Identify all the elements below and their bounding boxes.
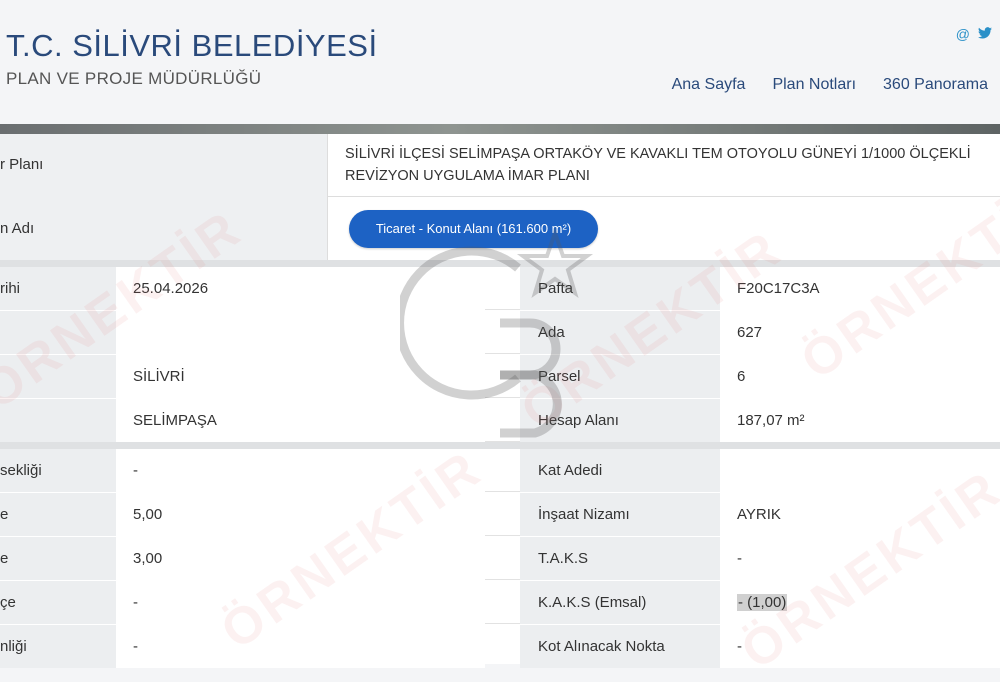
elevation-point-value: - (720, 625, 1000, 668)
date-label-cell: rihi (0, 267, 116, 310)
ada-value: 627 (720, 311, 1000, 354)
neighborhood-label-cell (0, 399, 116, 442)
twitter-icon[interactable] (978, 26, 992, 42)
kaks-label: K.A.K.S (Emsal) (520, 581, 720, 624)
row-label-cell (0, 311, 116, 354)
setback-side-value: 3,00 (116, 537, 485, 580)
table-row: SİLİVRİ Parsel 6 (0, 355, 1000, 398)
construction-order-label: İnşaat Nizamı (520, 493, 720, 536)
parsel-value: 6 (720, 355, 1000, 398)
area-calc-value: 187,07 m² (720, 399, 1000, 442)
date-value: 25.04.2026 (116, 267, 485, 310)
section-divider (0, 442, 1000, 449)
depth-label-cell: nliği (0, 625, 116, 668)
setback-front-value: 5,00 (116, 493, 485, 536)
height-label-cell: sekliği (0, 449, 116, 492)
depth-value: - (116, 625, 485, 668)
social-links: @ (956, 26, 992, 42)
table-row: e 3,00 T.A.K.S - (0, 537, 1000, 580)
site-header: T.C. SİLİVRİ BELEDİYESİ PLAN VE PROJE MÜ… (0, 0, 1000, 124)
nav-plan-notlari[interactable]: Plan Notları (772, 76, 856, 94)
setback-front-label-cell: e (0, 493, 116, 536)
row-value (116, 311, 485, 354)
setback-rear-value: - (116, 581, 485, 624)
nav-ana-sayfa[interactable]: Ana Sayfa (672, 76, 746, 94)
pafta-label: Pafta (520, 267, 720, 310)
email-icon[interactable]: @ (956, 26, 970, 42)
table-row: SELİMPAŞA Hesap Alanı 187,07 m² (0, 399, 1000, 442)
floor-count-label: Kat Adedi (520, 449, 720, 492)
plan-row: r Planı SİLİVRİ İLÇESİ SELİMPAŞA ORTAKÖY… (0, 134, 1000, 197)
ada-label: Ada (520, 311, 720, 354)
elevation-point-label: Kot Alınacak Nokta (520, 625, 720, 668)
neighborhood-value: SELİMPAŞA (116, 399, 485, 442)
setback-side-label-cell: e (0, 537, 116, 580)
taks-label: T.A.K.S (520, 537, 720, 580)
district-value: SİLİVRİ (116, 355, 485, 398)
table-row: nliği - Kot Alınacak Nokta - (0, 625, 1000, 668)
area-calc-label: Hesap Alanı (520, 399, 720, 442)
table-row: Ada 627 (0, 311, 1000, 354)
pafta-value: F20C17C3A (720, 267, 1000, 310)
taks-value: - (720, 537, 1000, 580)
district-label-cell (0, 355, 116, 398)
height-value: - (116, 449, 485, 492)
floor-count-value (720, 449, 1000, 492)
table-row: e 5,00 İnşaat Nizamı AYRIK (0, 493, 1000, 536)
parsel-label: Parsel (520, 355, 720, 398)
site-title[interactable]: T.C. SİLİVRİ BELEDİYESİ (6, 28, 378, 64)
construction-order-value: AYRIK (720, 493, 1000, 536)
section-divider (0, 260, 1000, 267)
area-function-button[interactable]: Ticaret - Konut Alanı (161.600 m²) (349, 210, 598, 248)
setback-rear-label-cell: çe (0, 581, 116, 624)
table-row: sekliği - Kat Adedi (0, 449, 1000, 492)
kaks-value-cell: - (1,00) (720, 581, 1000, 624)
kaks-value: - (1,00) (737, 594, 788, 611)
area-label-cell: n Adı (0, 196, 328, 268)
main-nav: Ana Sayfa Plan Notları 360 Panorama (672, 76, 988, 94)
parcel-info-panel: r Planı SİLİVRİ İLÇESİ SELİMPAŞA ORTAKÖY… (0, 134, 1000, 668)
area-label: n Adı (0, 220, 35, 237)
site-subtitle: PLAN VE PROJE MÜDÜRLÜĞÜ (6, 69, 262, 88)
table-row: rihi 25.04.2026 Pafta F20C17C3A (0, 267, 1000, 310)
plan-label: r Planı (0, 156, 44, 173)
nav-360-panorama[interactable]: 360 Panorama (883, 76, 988, 94)
table-row: çe - K.A.K.S (Emsal) - (1,00) (0, 581, 1000, 624)
header-banner (0, 124, 1000, 134)
plan-label-cell: r Planı (0, 134, 328, 196)
plan-name: SİLİVRİ İLÇESİ SELİMPAŞA ORTAKÖY VE KAVA… (345, 146, 971, 184)
